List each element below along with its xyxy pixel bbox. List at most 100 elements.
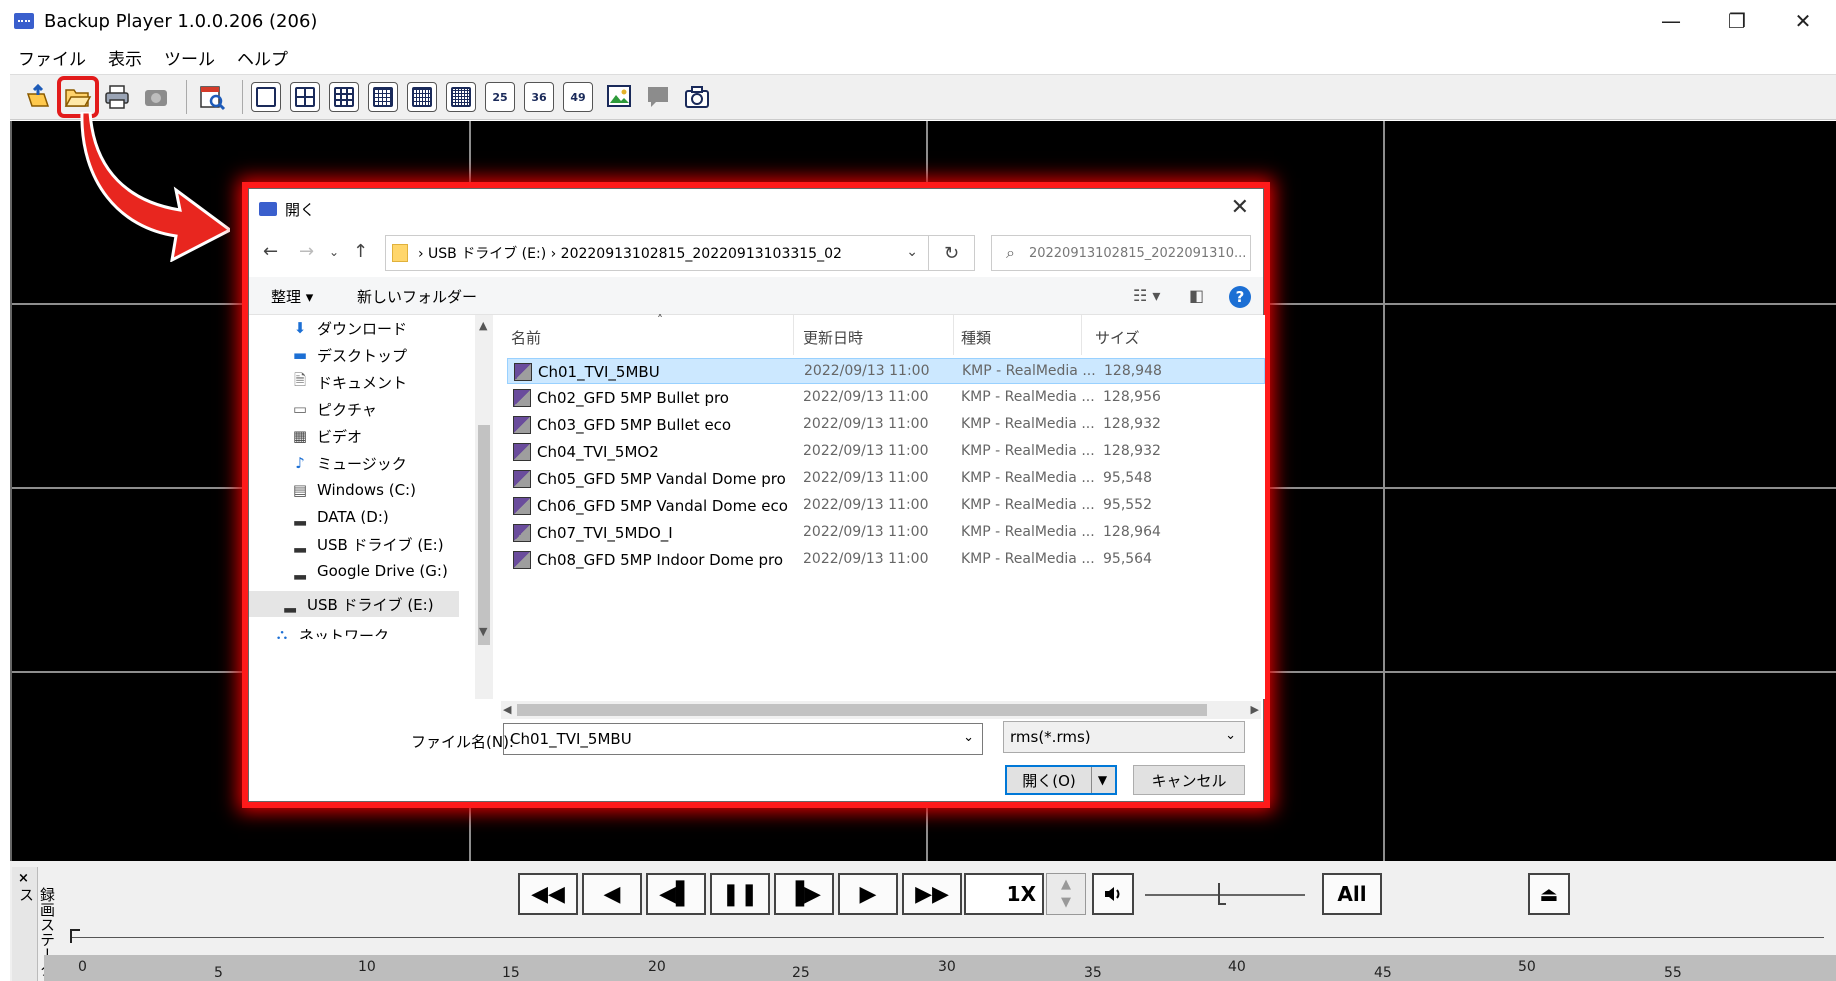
message-button[interactable]: [641, 80, 675, 114]
menu-help[interactable]: ヘルプ: [237, 45, 288, 70]
dialog-close-button[interactable]: ✕: [1231, 195, 1249, 220]
eject-button[interactable]: ⏏: [1528, 873, 1570, 915]
split-dropdown-icon[interactable]: ▼: [1091, 767, 1113, 793]
nav-item-network[interactable]: ⛬ ネットワーク: [271, 625, 389, 639]
seek-bar[interactable]: [72, 937, 1824, 938]
annotation-arrow-icon: [80, 112, 230, 262]
recent-chevron-icon[interactable]: ⌄: [329, 245, 339, 259]
organize-button[interactable]: 整理 ▾: [271, 286, 313, 307]
speed-spinner[interactable]: ▲ ▼: [1046, 873, 1086, 915]
volume-button[interactable]: [1092, 873, 1134, 915]
nav-item-google-drive-g[interactable]: ▂ Google Drive (G:): [289, 558, 448, 584]
layout-16-button[interactable]: [368, 82, 398, 112]
minimize-button[interactable]: —: [1638, 0, 1704, 42]
step-back-button[interactable]: ◀: [582, 873, 642, 915]
frame-back-button[interactable]: ◀▌: [646, 873, 706, 915]
dialog-title-bar: 開く ✕: [249, 189, 1263, 229]
timeline-ruler[interactable]: 0 5 10 15 20 25 30 35 40 45 50 55: [44, 955, 1836, 981]
nav-item-videos[interactable]: ▦ ビデオ: [289, 423, 362, 449]
dialog-title: 開く: [285, 200, 316, 219]
pause-button[interactable]: ❚❚: [710, 873, 770, 915]
close-icon[interactable]: ×: [18, 871, 29, 886]
record-status-tab[interactable]: × 録画ステータス: [12, 867, 56, 981]
address-bar[interactable]: › USB ドライブ (E:) › 20220913102815_2022091…: [385, 235, 929, 271]
layout-25-button[interactable]: 25: [485, 82, 515, 112]
chevron-down-icon[interactable]: ⌄: [963, 730, 974, 745]
nav-pane-scrollbar[interactable]: ▲ ▼: [475, 315, 493, 699]
speed-up-icon[interactable]: ▲: [1061, 876, 1071, 894]
chevron-down-icon[interactable]: ⌄: [1225, 728, 1236, 743]
speed-down-icon[interactable]: ▼: [1061, 894, 1071, 912]
forward-arrow-icon[interactable]: →: [299, 241, 314, 262]
nav-item-data-d[interactable]: ▂ DATA (D:): [289, 504, 389, 530]
layout-49-button[interactable]: 49: [563, 82, 593, 112]
column-type[interactable]: 種類: [961, 327, 991, 348]
open-button[interactable]: 開く(O) ▼: [1005, 765, 1117, 795]
capture-disabled-button[interactable]: [139, 80, 173, 114]
nav-item-pictures[interactable]: ▭ ピクチャ: [289, 396, 377, 422]
frame-forward-button[interactable]: ▐▶: [774, 873, 834, 915]
column-date[interactable]: 更新日時: [803, 327, 863, 348]
up-arrow-icon[interactable]: ↑: [353, 241, 368, 262]
nav-item-usb-e[interactable]: ▂ USB ドライブ (E:): [289, 531, 443, 557]
print-button[interactable]: [100, 80, 134, 114]
filename-input[interactable]: Ch01_TVI_5MBU ⌄: [503, 723, 983, 755]
search-record-button[interactable]: [195, 80, 229, 114]
scroll-up-icon[interactable]: ▲: [479, 319, 487, 332]
file-row[interactable]: Ch03_GFD 5MP Bullet eco 2022/09/13 11:00 K…: [507, 412, 1265, 438]
view-options-icon[interactable]: ☷ ▾: [1133, 286, 1160, 305]
snapshot-view-button[interactable]: [602, 80, 636, 114]
layout-9-button[interactable]: [329, 82, 359, 112]
play-button[interactable]: ▶: [838, 873, 898, 915]
nav-item-windows-c[interactable]: ▤ Windows (C:): [289, 477, 416, 503]
chevron-down-icon[interactable]: ⌄: [906, 244, 918, 260]
nav-item-desktop[interactable]: ▬ デスクトップ: [289, 342, 407, 368]
nav-item-music[interactable]: ♪ ミュージック: [289, 450, 407, 476]
nav-scroll-thumb[interactable]: [478, 425, 490, 645]
layout-36-button[interactable]: 36: [524, 82, 554, 112]
import-button[interactable]: [22, 80, 56, 114]
cancel-button[interactable]: キャンセル: [1133, 765, 1245, 795]
menu-file[interactable]: ファイル: [18, 45, 86, 70]
file-list-hscrollbar[interactable]: ◀ ▶: [501, 701, 1261, 719]
file-row[interactable]: Ch07_TVI_5MDO_I 2022/09/13 11:00 KMP - Rea…: [507, 520, 1265, 546]
file-row[interactable]: Ch08_GFD 5MP Indoor Dome pro 2022/09/13 1…: [507, 547, 1265, 573]
fast-rewind-button[interactable]: ◀◀: [518, 873, 578, 915]
file-row[interactable]: Ch01_TVI_5MBU 2022/09/13 11:00 KMP - RealM…: [507, 358, 1265, 384]
nav-item-usb-e-root[interactable]: ▂ USB ドライブ (E:): [249, 591, 459, 617]
layout-20-button[interactable]: [407, 82, 437, 112]
nav-item-documents[interactable]: 🗎 ドキュメント: [289, 369, 407, 395]
menu-view[interactable]: 表示: [108, 45, 142, 70]
search-input[interactable]: ⌕ 20220913102815_2022091310...: [991, 235, 1251, 271]
file-row[interactable]: Ch06_GFD 5MP Vandal Dome eco 2022/09/13 1…: [507, 493, 1265, 519]
close-button[interactable]: ✕: [1770, 0, 1836, 42]
layout-4-button[interactable]: [290, 82, 320, 112]
hscroll-thumb[interactable]: [517, 704, 1207, 716]
scroll-down-icon[interactable]: ▼: [479, 625, 487, 638]
file-row[interactable]: Ch02_GFD 5MP Bullet pro 2022/09/13 11:00 K…: [507, 385, 1265, 411]
snapshot-button[interactable]: [680, 80, 714, 114]
refresh-icon[interactable]: ↻: [929, 235, 975, 271]
file-list: 名前 ˄ 更新日時 種類 サイズ Ch01_TVI_5MBU 2022/09/13…: [493, 313, 1265, 699]
restore-button[interactable]: ❐: [1704, 0, 1770, 42]
column-size[interactable]: サイズ: [1095, 327, 1140, 348]
menu-tools[interactable]: ツール: [164, 45, 215, 70]
back-arrow-icon[interactable]: ←: [263, 241, 278, 262]
preview-pane-icon[interactable]: ◧: [1189, 286, 1204, 305]
scroll-right-icon[interactable]: ▶: [1251, 703, 1259, 716]
seek-thumb[interactable]: [70, 929, 80, 943]
column-name[interactable]: 名前: [511, 327, 541, 348]
help-icon[interactable]: ?: [1229, 286, 1251, 308]
scroll-left-icon[interactable]: ◀: [503, 703, 511, 716]
file-row[interactable]: Ch05_GFD 5MP Vandal Dome pro 2022/09/13 1…: [507, 466, 1265, 492]
nav-item-downloads[interactable]: ⬇ ダウンロード: [289, 315, 407, 341]
layout-25-grid-button[interactable]: [446, 82, 476, 112]
filetype-select[interactable]: rms(*.rms) ⌄: [1003, 721, 1245, 753]
all-button[interactable]: All: [1322, 873, 1382, 915]
volume-slider-thumb[interactable]: [1218, 883, 1226, 905]
layout-1-button[interactable]: [251, 82, 281, 112]
file-row[interactable]: Ch04_TVI_5MO2 2022/09/13 11:00 KMP - RealM…: [507, 439, 1265, 465]
fast-forward-button[interactable]: ▶▶: [902, 873, 962, 915]
open-file-button[interactable]: [57, 76, 99, 118]
new-folder-button[interactable]: 新しいフォルダー: [357, 286, 477, 307]
